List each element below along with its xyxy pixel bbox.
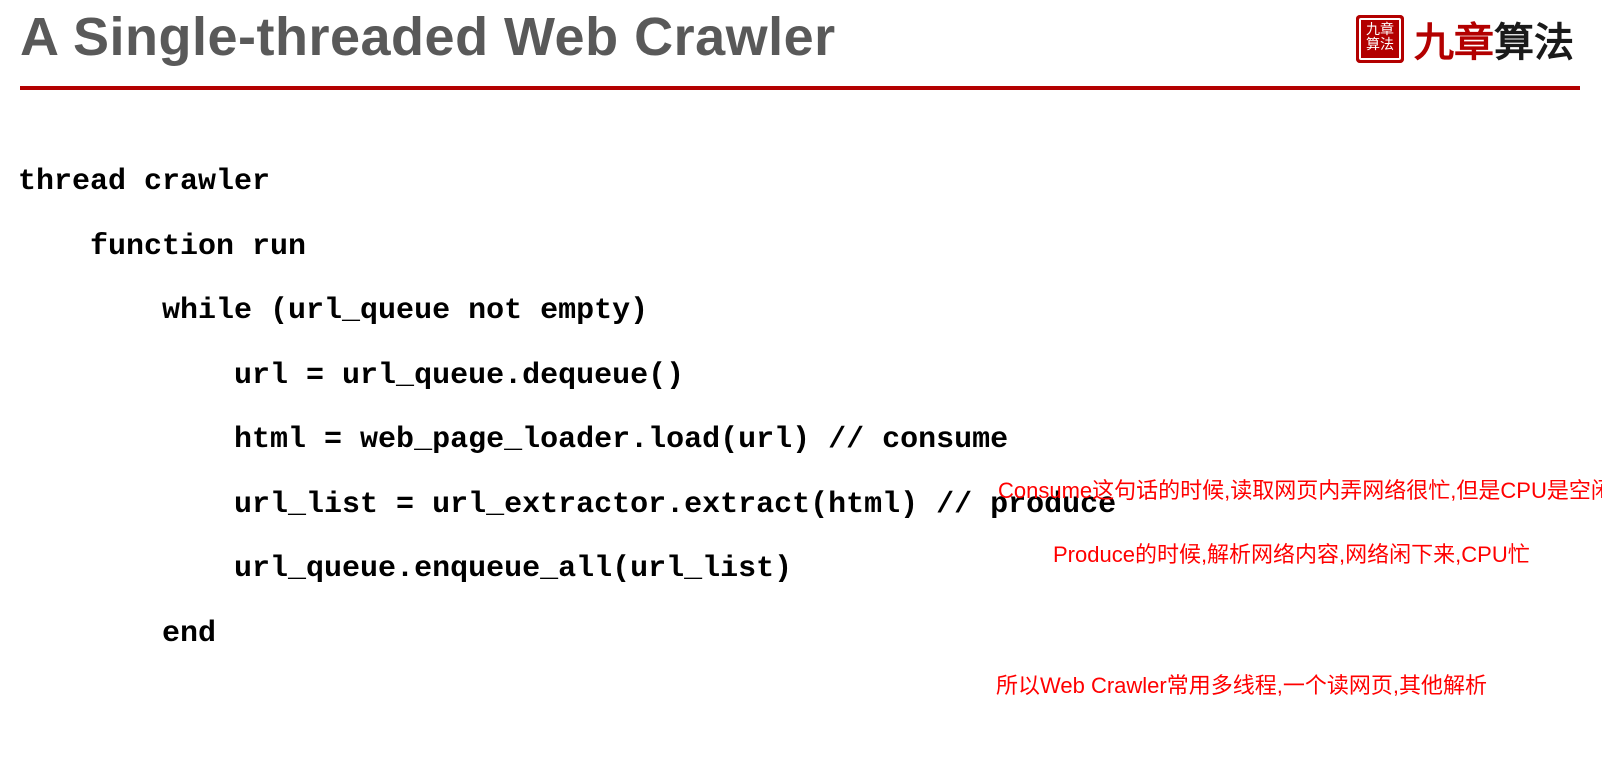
code-line-6: url_list = url_extractor.extract(html) /… [18, 488, 1116, 522]
code-line-7: url_queue.enqueue_all(url_list) [18, 552, 792, 586]
code-line-4: url = url_queue.dequeue() [18, 359, 684, 393]
slide: A Single-threaded Web Crawler 九章算法 九章算法 … [0, 0, 1602, 774]
code-line-2: function run [18, 230, 306, 264]
logo-text-black: 算法 [1494, 20, 1574, 65]
code-line-1: thread crawler [18, 165, 270, 199]
annotation-consume: Consume这句话的时候,读取网页内弄网络很忙,但是CPU是空闲的 [998, 473, 1602, 505]
brand-logo: 九章算法 九章算法 [1356, 10, 1574, 68]
logo-seal-icon: 九章算法 [1356, 15, 1404, 63]
code-line-3: while (url_queue not empty) [18, 294, 648, 328]
annotation-produce: Produce的时候,解析网络内容,网络闲下来,CPU忙 [1053, 537, 1530, 569]
content-area: thread crawler function run while (url_q… [0, 90, 1602, 666]
code-line-8: end [18, 617, 216, 651]
header: A Single-threaded Web Crawler 九章算法 九章算法 [0, 0, 1602, 68]
logo-text-red: 九章 [1414, 20, 1494, 65]
logo-text: 九章算法 [1414, 10, 1574, 68]
code-block: thread crawler function run while (url_q… [18, 150, 1602, 666]
slide-title: A Single-threaded Web Crawler [20, 6, 1582, 68]
annotation-summary: 所以Web Crawler常用多线程,一个读网页,其他解析 [996, 668, 1487, 700]
code-line-5: html = web_page_loader.load(url) // cons… [18, 423, 1008, 457]
